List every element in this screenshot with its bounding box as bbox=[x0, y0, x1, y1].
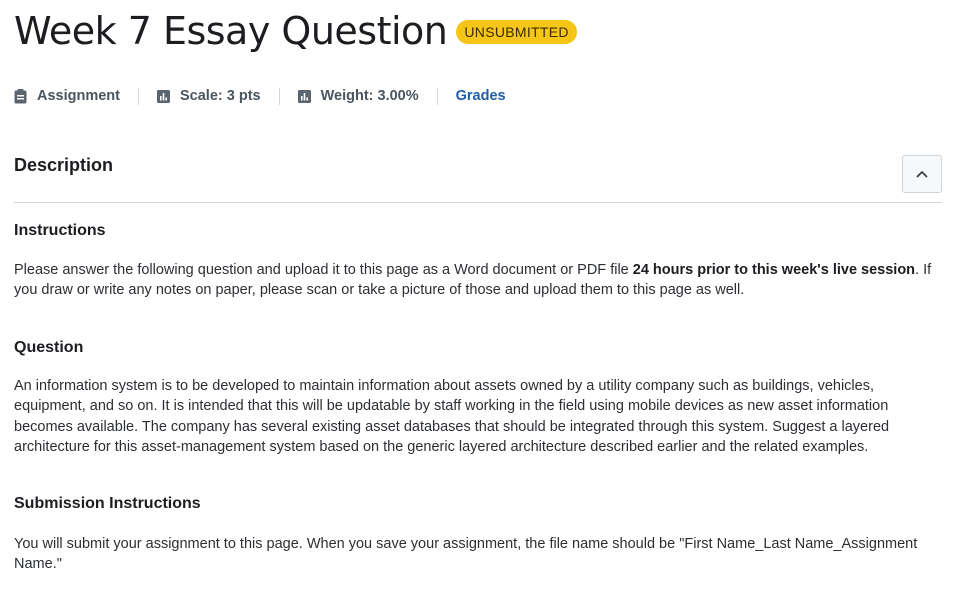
meta-divider bbox=[278, 87, 280, 105]
bar-chart-icon bbox=[157, 89, 170, 103]
meta-scale-label: Scale: 3 pts bbox=[180, 88, 261, 104]
meta-weight-label: Weight: 3.00% bbox=[320, 88, 419, 104]
question-heading: Question bbox=[14, 339, 84, 356]
meta-divider bbox=[436, 87, 438, 105]
instructions-text-start: Please answer the following question and… bbox=[14, 262, 633, 278]
submission-text: You will submit your assignment to this … bbox=[14, 536, 918, 573]
page-title: Week 7 Essay Question bbox=[14, 9, 448, 53]
instructions-heading: Instructions bbox=[14, 222, 106, 239]
description-heading: Description bbox=[14, 155, 114, 175]
collapse-button[interactable] bbox=[902, 155, 942, 193]
meta-weight: Weight: 3.00% bbox=[297, 88, 419, 104]
title-row: Week 7 Essay Question UNSUBMITTED bbox=[14, 6, 577, 56]
chevron-up-icon bbox=[916, 171, 928, 178]
assignment-meta: Assignment Scale: 3 pts Weight: 3.00% Gr… bbox=[14, 86, 506, 106]
meta-type: Assignment bbox=[14, 88, 120, 104]
status-badge: UNSUBMITTED bbox=[456, 20, 577, 44]
meta-type-label: Assignment bbox=[37, 88, 120, 104]
question-text: An information system is to be developed… bbox=[14, 378, 890, 455]
bar-chart-icon bbox=[297, 89, 311, 103]
grades-link[interactable]: Grades bbox=[456, 88, 506, 104]
description-divider bbox=[14, 202, 942, 203]
instructions-emphasis: 24 hours prior to this week's live sessi… bbox=[632, 262, 916, 278]
submission-heading: Submission Instructions bbox=[14, 495, 201, 512]
instructions-text: Please answer the following question and… bbox=[14, 260, 944, 301]
meta-scale: Scale: 3 pts bbox=[157, 88, 261, 104]
clipboard-icon bbox=[14, 88, 27, 103]
meta-divider bbox=[138, 87, 139, 105]
